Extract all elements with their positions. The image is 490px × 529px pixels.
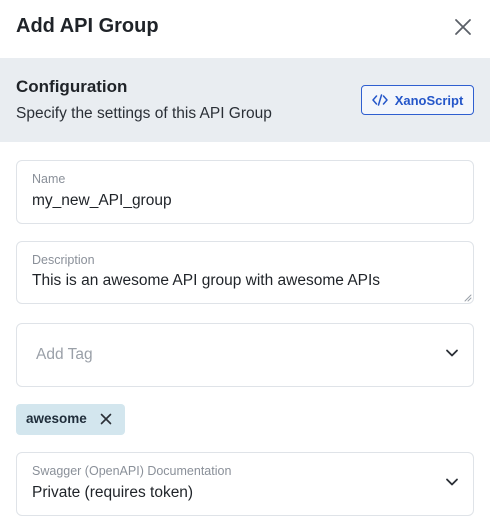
tag-chip-label: awesome: [26, 411, 87, 426]
close-button[interactable]: [450, 14, 476, 40]
code-icon: [371, 94, 388, 106]
xanoscript-label: XanoScript: [394, 92, 464, 108]
panel-header: Add API Group: [0, 0, 490, 58]
xanoscript-button[interactable]: XanoScript: [361, 85, 474, 115]
name-field[interactable]: Name my_new_API_group: [16, 160, 474, 224]
name-label: Name: [32, 172, 66, 186]
name-input[interactable]: my_new_API_group: [32, 192, 172, 210]
resize-handle-icon[interactable]: [463, 293, 472, 302]
swagger-documentation-select[interactable]: Swagger (OpenAPI) Documentation Private …: [16, 452, 474, 516]
remove-tag-button[interactable]: [98, 411, 114, 427]
description-field[interactable]: Description This is an awesome API group…: [16, 241, 474, 304]
add-tag-placeholder: Add Tag: [36, 346, 93, 363]
add-api-group-panel: Add API Group Configuration Specify the …: [0, 0, 490, 529]
swagger-label: Swagger (OpenAPI) Documentation: [32, 464, 232, 478]
description-textarea[interactable]: This is an awesome API group with awesom…: [32, 272, 380, 290]
configuration-section: Configuration Specify the settings of th…: [0, 58, 490, 142]
close-icon: [455, 19, 471, 35]
chevron-down-icon: [446, 349, 458, 357]
swagger-selected-value: Private (requires token): [32, 484, 194, 501]
add-tag-select[interactable]: Add Tag: [16, 323, 474, 387]
tag-chip: awesome: [16, 404, 125, 435]
api-group-form: Name my_new_API_group Description This i…: [0, 142, 490, 529]
chevron-down-icon: [446, 478, 458, 486]
description-label: Description: [32, 253, 95, 267]
configuration-title: Configuration: [16, 77, 128, 96]
configuration-subtitle: Specify the settings of this API Group: [16, 105, 272, 122]
close-icon: [100, 413, 112, 425]
panel-title: Add API Group: [16, 15, 159, 37]
